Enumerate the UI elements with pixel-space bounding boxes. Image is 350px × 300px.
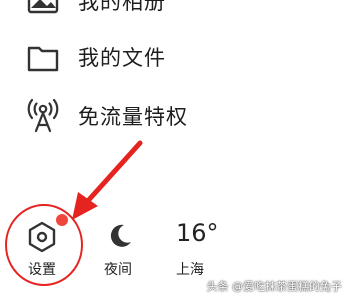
photo-album-icon: [27, 0, 59, 14]
notification-badge: [56, 214, 68, 226]
settings-label: 设置: [28, 262, 56, 278]
weather-widget[interactable]: 16° 上海: [166, 200, 236, 290]
menu-item-album[interactable]: 我的相册: [0, 0, 350, 32]
menu-item-free-data[interactable]: 免流量特权: [0, 92, 350, 142]
annotation-arrow-line: [83, 140, 143, 206]
menu-item-label: 我的相册: [78, 0, 166, 14]
night-mode-button[interactable]: 夜间: [92, 200, 152, 290]
weather-temperature: 16°: [176, 219, 219, 247]
moon-icon: [110, 224, 131, 247]
settings-button[interactable]: 设置: [0, 200, 90, 290]
folder-icon: [27, 46, 59, 72]
menu-item-label: 免流量特权: [78, 105, 188, 129]
watermark: 头条 @爱吃抹茶蛋糕的兔子: [206, 280, 343, 293]
signal-tower-icon: [27, 98, 59, 133]
settings-hexagon-icon: [28, 221, 56, 253]
menu-item-files[interactable]: 我的文件: [0, 34, 350, 84]
weather-city: 上海: [176, 262, 204, 278]
night-mode-label: 夜间: [104, 262, 132, 278]
menu-item-label: 我的文件: [78, 46, 166, 70]
